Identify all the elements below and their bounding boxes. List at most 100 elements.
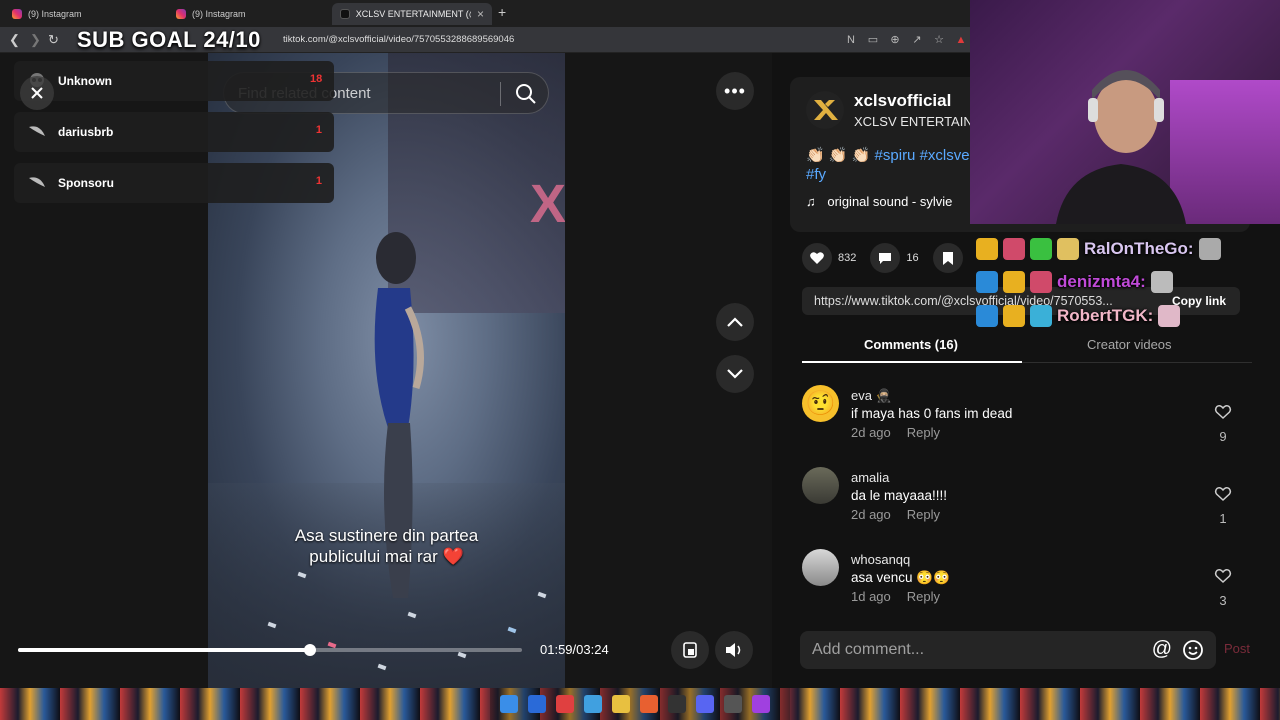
hashtag-link[interactable]: #xclsve xyxy=(920,147,970,164)
badge-icon xyxy=(1030,271,1052,293)
back-icon[interactable]: ❮ xyxy=(9,32,20,48)
like-comment-icon[interactable] xyxy=(1214,486,1232,502)
search-icon[interactable] xyxy=(514,82,538,106)
chat-line: denizmta4: xyxy=(976,268,1173,296)
video-area: X Asa sustinere din partea publicului ma… xyxy=(0,53,772,688)
commenter-avatar[interactable] xyxy=(802,467,839,504)
crown-icon xyxy=(976,238,998,260)
next-video-button[interactable] xyxy=(716,355,754,393)
xclsv-logo-icon xyxy=(814,100,838,120)
forward-icon[interactable]: ❯ xyxy=(30,32,41,48)
bookmark-icon xyxy=(942,251,953,265)
creator-username[interactable]: xclsvofficial xyxy=(854,91,951,111)
emote-icon xyxy=(1198,238,1221,260)
like-comment-icon[interactable] xyxy=(1214,404,1232,420)
comment-item: whosanqq asa vencu 😳😳 1d ago Reply 3 xyxy=(802,549,1242,619)
more-options-button[interactable]: ••• xyxy=(716,72,754,110)
badge-icon xyxy=(1030,305,1052,327)
badge-icon xyxy=(976,271,998,293)
discord-icon[interactable] xyxy=(696,695,714,713)
comment-age: 1d ago xyxy=(851,589,891,604)
streamer-webcam xyxy=(970,0,1280,224)
volume-icon xyxy=(726,643,741,657)
reply-button[interactable]: Reply xyxy=(907,425,940,440)
tab-instagram-2[interactable]: (9) Instagram xyxy=(168,3,328,25)
video-progress-bar[interactable] xyxy=(18,644,522,656)
feather-icon xyxy=(29,126,45,136)
url-text[interactable]: tiktok.com/@xclsvofficial/video/75705532… xyxy=(283,34,514,45)
bookmark-star-icon[interactable]: ☆ xyxy=(932,33,946,47)
chevron-down-icon xyxy=(727,369,743,379)
commenter-name[interactable]: whosanqq xyxy=(851,552,910,567)
brave-shield-icon[interactable]: ▲ xyxy=(954,33,968,47)
overlay-count: 1 xyxy=(315,175,322,187)
tab-label: (9) Instagram xyxy=(192,9,246,19)
mention-icon[interactable]: @ xyxy=(1152,638,1172,661)
overlay-list-item: Sponsoru 1 xyxy=(14,163,334,203)
instagram-icon xyxy=(12,9,22,19)
streamer-figure xyxy=(1056,70,1186,224)
steam-icon[interactable] xyxy=(668,695,686,713)
reply-button[interactable]: Reply xyxy=(907,589,940,604)
tab-instagram-1[interactable]: (9) Instagram xyxy=(4,3,164,25)
comment-like-count: 1 xyxy=(1219,511,1227,526)
tab-comments[interactable]: Comments (16) xyxy=(864,337,958,352)
comment-count: 16 xyxy=(906,252,919,264)
emoji-icon[interactable] xyxy=(1182,639,1204,661)
heart-icon xyxy=(810,252,824,264)
close-video-button[interactable] xyxy=(20,76,54,110)
translate-icon[interactable]: N xyxy=(844,33,858,47)
tab-tiktok[interactable]: XCLSV ENTERTAINMENT (@xcl × xyxy=(332,3,492,25)
search-divider xyxy=(500,82,501,106)
reply-button[interactable]: Reply xyxy=(907,507,940,522)
comment-text: if maya has 0 fans im dead xyxy=(851,406,1013,421)
post-comment-button[interactable]: Post xyxy=(1224,641,1250,656)
commenter-avatar[interactable]: 🤨 xyxy=(802,385,839,422)
previous-video-button[interactable] xyxy=(716,303,754,341)
commenter-name[interactable]: eva 🥷🏼 xyxy=(851,388,892,404)
add-comment-field[interactable]: Add comment... @ xyxy=(800,631,1216,669)
like-comment-icon[interactable] xyxy=(1214,568,1232,584)
video-time: 01:59/03:24 xyxy=(540,642,609,657)
panel-tabs: Comments (16) Creator videos xyxy=(802,327,1252,363)
brave-icon[interactable] xyxy=(640,695,658,713)
cast-icon[interactable]: ▭ xyxy=(866,33,880,47)
app-icon[interactable] xyxy=(752,695,770,713)
comment-action[interactable]: 16 xyxy=(870,243,919,273)
like-action[interactable]: 832 xyxy=(802,243,856,273)
app-icon[interactable] xyxy=(556,695,574,713)
app-icon[interactable] xyxy=(724,695,742,713)
pip-button[interactable] xyxy=(671,631,709,669)
save-action[interactable] xyxy=(932,243,963,273)
windows-start-icon[interactable] xyxy=(500,695,518,713)
emote-icon xyxy=(1158,305,1181,327)
hashtag-link[interactable]: #spiru xyxy=(875,147,916,164)
comment-meta: 1d ago Reply xyxy=(851,589,940,604)
music-link[interactable]: ♫ original sound - sylvie xyxy=(806,194,952,209)
tab-label: XCLSV ENTERTAINMENT (@xcl xyxy=(355,9,471,19)
badge-icon xyxy=(1030,238,1052,260)
volume-button[interactable] xyxy=(715,631,753,669)
folder-icon[interactable] xyxy=(612,695,630,713)
reload-icon[interactable]: ↻ xyxy=(48,32,59,48)
app-icon[interactable] xyxy=(584,695,602,713)
commenter-avatar[interactable] xyxy=(802,549,839,586)
comment-like-count: 9 xyxy=(1219,429,1227,444)
tab-creator-videos[interactable]: Creator videos xyxy=(1087,337,1172,352)
zoom-icon[interactable]: ⊕ xyxy=(888,33,902,47)
music-title: original sound - sylvie xyxy=(827,194,953,209)
taskbar xyxy=(0,688,1280,720)
comment-text: da le mayaaa!!!! xyxy=(851,488,948,503)
share-icon[interactable]: ↗ xyxy=(910,33,924,47)
add-comment-placeholder: Add comment... xyxy=(812,641,925,658)
picture-in-picture-icon xyxy=(683,642,697,658)
active-tab-underline xyxy=(802,361,1022,363)
instagram-icon xyxy=(176,9,186,19)
commenter-name[interactable]: amalia xyxy=(851,470,889,485)
hashtag-link[interactable]: #fy xyxy=(806,166,826,183)
stream-sub-goal: SUB GOAL 24/10 xyxy=(77,27,261,52)
creator-avatar[interactable] xyxy=(806,91,844,129)
new-tab-button[interactable]: + xyxy=(498,4,506,20)
app-icon[interactable] xyxy=(528,695,546,713)
close-tab-icon[interactable]: × xyxy=(477,7,484,21)
